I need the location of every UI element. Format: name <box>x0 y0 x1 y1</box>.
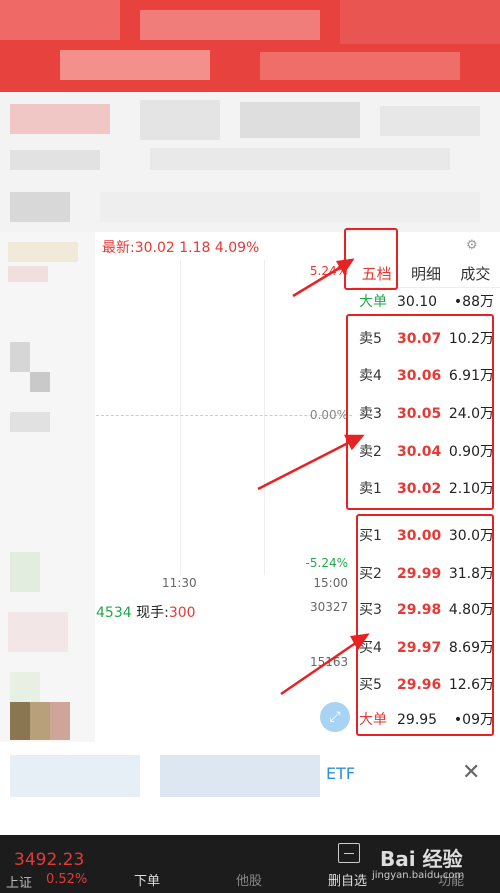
stock-summary <box>0 92 500 232</box>
big-order-volume: •88万 <box>453 294 494 310</box>
chart-pct-bottom: -5.24% <box>305 556 348 570</box>
chart-pct-top: 5.24% <box>309 264 348 278</box>
highlight-tab-box <box>344 228 398 290</box>
baidu-watermark: Bai 经验 <box>380 847 463 871</box>
close-icon[interactable]: ✕ <box>462 760 480 785</box>
current-volume-label: 现手: <box>131 605 169 621</box>
tab-trades[interactable]: 成交 <box>451 260 500 287</box>
volume-axis-mid: 15163 <box>310 655 349 669</box>
app-header <box>0 0 500 92</box>
chart-pct-mid: 0.00% <box>309 408 348 422</box>
index-value[interactable]: 3492.23 <box>14 850 84 870</box>
tab-details[interactable]: 明细 <box>401 260 450 287</box>
search-suggestion-bar <box>0 745 500 807</box>
volume-axis-max: 30327 <box>310 600 349 614</box>
remove-watch-icon[interactable] <box>338 843 360 863</box>
baidu-watermark-url: jingyan.baidu.com <box>372 870 465 881</box>
highlight-buy-box <box>356 514 494 736</box>
left-panel <box>0 232 95 742</box>
gear-icon[interactable]: ⚙ <box>466 238 478 253</box>
index-change: 0.52% <box>46 872 88 887</box>
volume-info: 4534 现手:300 <box>96 602 196 622</box>
time-label-end: 15:00 <box>313 576 348 590</box>
expand-icon[interactable]: ⤢ <box>320 702 350 732</box>
time-label-mid: 11:30 <box>162 576 197 590</box>
current-volume-value: 300 <box>168 605 196 621</box>
intraday-chart[interactable]: 5.24% 0.00% -5.24% <box>96 260 352 580</box>
remove-watch-button[interactable]: 删自选 <box>328 870 367 889</box>
big-order-label: 大单 <box>359 294 387 310</box>
chart-time-axis: 11:30 15:00 <box>96 576 352 594</box>
order-button[interactable]: 下单 <box>134 870 160 889</box>
chart-gridline <box>264 260 265 575</box>
chart-gridline <box>180 260 181 575</box>
index-name: 上证 <box>6 876 33 891</box>
volume-code: 4534 <box>96 605 132 621</box>
highlight-sell-box <box>346 314 494 510</box>
big-order-top: 大单 30.10 •88万 <box>356 290 496 314</box>
etf-link[interactable]: ETF <box>326 764 355 783</box>
latest-price-line: 最新:30.02 1.18 4.09% <box>102 240 260 256</box>
big-order-price: 30.10 <box>397 294 438 310</box>
trade-button[interactable]: 他股 <box>236 870 262 889</box>
